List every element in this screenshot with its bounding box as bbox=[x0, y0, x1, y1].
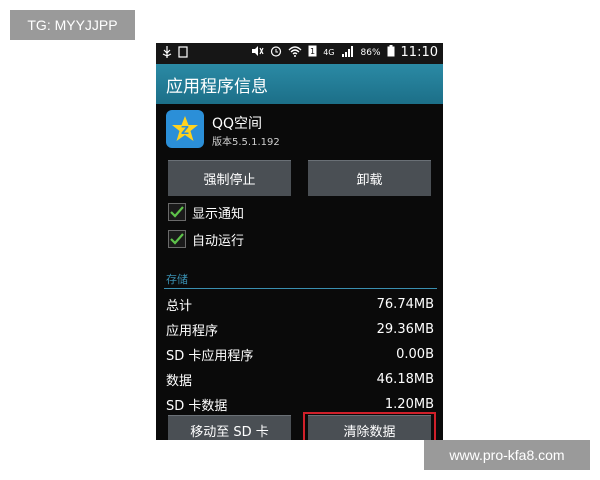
storage-label: 总计 bbox=[166, 298, 193, 314]
storage-label: 应用程序 bbox=[166, 323, 219, 339]
storage-label: SD 卡数据 bbox=[166, 398, 228, 414]
image-icon bbox=[178, 46, 188, 61]
show-notifications-label: 显示通知 bbox=[192, 206, 245, 222]
app-version: 版本5.5.1.192 bbox=[212, 137, 280, 148]
storage-row-sd-app: SD 卡应用程序 0.00B bbox=[166, 342, 434, 366]
move-to-sd-button[interactable]: 移动至 SD 卡 bbox=[168, 415, 291, 440]
storage-section-label: 存储 bbox=[166, 273, 188, 286]
storage-row-app: 应用程序 29.36MB bbox=[166, 317, 434, 341]
sim-icon: 1 bbox=[308, 45, 317, 60]
storage-label: 数据 bbox=[166, 373, 193, 389]
clock: 11:10 bbox=[400, 45, 438, 60]
alarm-icon bbox=[270, 45, 282, 60]
phone-screen: 1 4G 86% 11:10 应用程序信息 Z QQ空间 版本5.5.1.192… bbox=[156, 43, 443, 440]
status-bar: 1 4G 86% 11:10 bbox=[156, 43, 443, 64]
storage-value: 0.00B bbox=[396, 346, 434, 362]
watermark-bottom: www.pro-kfa8.com bbox=[424, 440, 590, 470]
wifi-icon bbox=[288, 45, 302, 60]
svg-text:1: 1 bbox=[310, 47, 315, 56]
storage-value: 46.18MB bbox=[376, 371, 434, 387]
force-stop-button[interactable]: 强制停止 bbox=[168, 160, 291, 196]
storage-label: SD 卡应用程序 bbox=[166, 348, 254, 364]
show-notifications-checkbox-row[interactable]: 显示通知 bbox=[168, 201, 244, 223]
storage-row-total: 总计 76.74MB bbox=[166, 292, 434, 316]
auto-run-checkbox-row[interactable]: 自动运行 bbox=[168, 228, 244, 250]
app-name: QQ空间 bbox=[212, 116, 263, 132]
watermark-top: TG: MYYJJPP bbox=[10, 10, 135, 40]
storage-value: 1.20MB bbox=[384, 396, 434, 412]
auto-run-label: 自动运行 bbox=[192, 233, 245, 249]
clear-data-highlight-box bbox=[303, 412, 436, 440]
usb-icon bbox=[162, 46, 172, 61]
uninstall-button[interactable]: 卸载 bbox=[308, 160, 431, 196]
storage-value: 76.74MB bbox=[376, 296, 434, 312]
storage-row-data: 数据 46.18MB bbox=[166, 367, 434, 391]
qzone-star-icon: Z bbox=[166, 110, 204, 148]
show-notifications-checkbox[interactable] bbox=[168, 203, 186, 221]
signal-icon bbox=[341, 45, 355, 60]
network-type: 4G bbox=[323, 48, 335, 57]
svg-text:Z: Z bbox=[181, 124, 189, 137]
mute-icon bbox=[250, 45, 264, 60]
page-title: 应用程序信息 bbox=[156, 64, 443, 104]
storage-value: 29.36MB bbox=[376, 321, 434, 337]
battery-icon bbox=[387, 45, 395, 60]
battery-percent: 86% bbox=[360, 47, 381, 58]
auto-run-checkbox[interactable] bbox=[168, 230, 186, 248]
section-divider bbox=[164, 288, 437, 289]
